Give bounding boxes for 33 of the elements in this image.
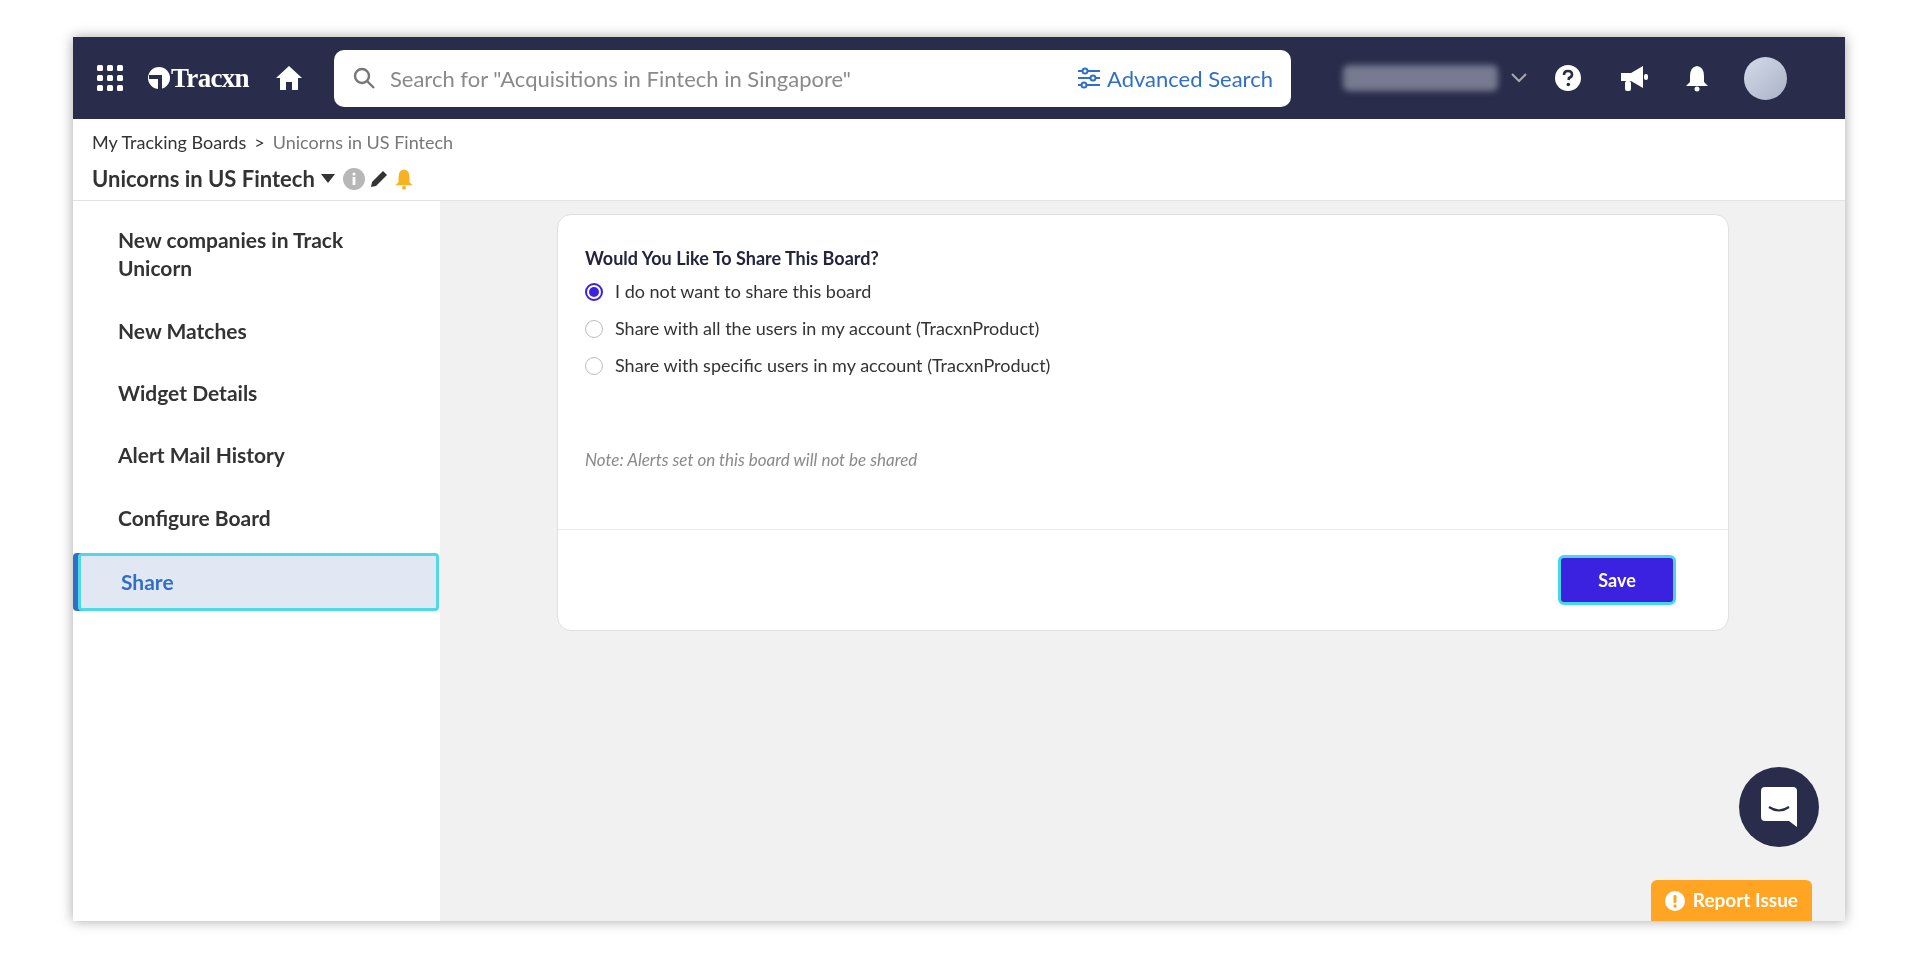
chevron-down-icon[interactable] xyxy=(1509,72,1528,84)
share-note: Note: Alerts set on this board will not be shared xyxy=(585,448,919,472)
logo-text[interactable]: Tracxn xyxy=(171,57,249,99)
search-field[interactable]: Search for "Acquisitions in Fintech in Singapore" Advanced Search xyxy=(333,49,1291,107)
breadcrumb-current: Unicorns in US Fintech xyxy=(272,130,454,155)
user-avatar[interactable] xyxy=(1743,56,1787,100)
save-button[interactable]: Save xyxy=(1558,555,1676,605)
chat-bubble-icon xyxy=(1761,787,1797,827)
megaphone-icon[interactable] xyxy=(1618,64,1649,92)
radio-label[interactable]: Share with all the users in my account (TracxnProduct) xyxy=(615,315,1040,342)
radio-label[interactable]: Share with specific users in my account (TracxnProduct) xyxy=(615,352,1051,379)
apps-grid-icon[interactable] xyxy=(97,65,123,91)
help-icon[interactable] xyxy=(1553,64,1582,92)
notification-bell-icon[interactable] xyxy=(1684,64,1709,92)
logo-icon xyxy=(147,66,171,90)
breadcrumb-separator: > xyxy=(254,130,265,155)
sidebar-item[interactable]: Alert Mail History xyxy=(73,428,440,483)
radio-label[interactable]: I do not want to share this board xyxy=(615,278,872,305)
radio-button[interactable] xyxy=(585,282,603,301)
caret-down-icon[interactable] xyxy=(320,174,335,183)
advanced-search-link[interactable]: Advanced Search xyxy=(1077,61,1273,95)
sidebar-item[interactable]: New companies in Track Unicorn xyxy=(73,213,440,296)
sidebar-item[interactable]: Configure Board xyxy=(73,490,440,546)
share-question: Would You Like To Share This Board? xyxy=(585,246,880,271)
breadcrumb-link[interactable]: My Tracking Boards xyxy=(92,129,247,156)
home-icon[interactable] xyxy=(274,65,303,91)
pencil-icon[interactable] xyxy=(368,168,389,189)
sidebar-item[interactable]: Widget Details xyxy=(73,366,440,421)
search-icon xyxy=(351,66,376,90)
exclamation-icon xyxy=(1664,890,1685,911)
sliders-icon xyxy=(1077,67,1101,89)
sidebar-item[interactable]: New Matches xyxy=(73,303,440,359)
board-title: Unicorns in US Fintech xyxy=(92,164,315,194)
